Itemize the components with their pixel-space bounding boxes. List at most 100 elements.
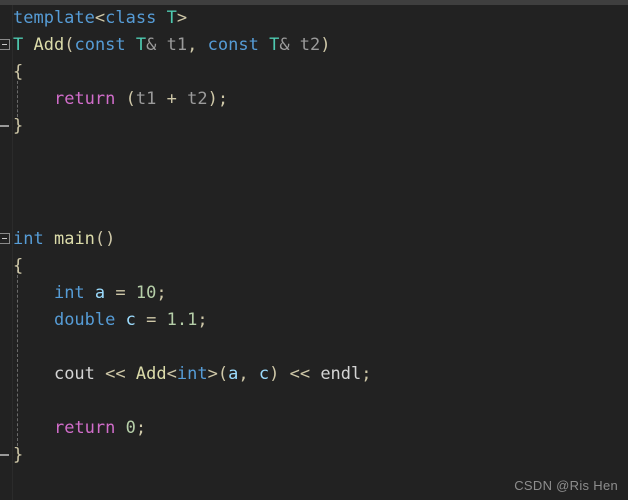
code-token: &: [279, 35, 290, 55]
code-token: T: [269, 35, 280, 55]
code-line-text: int a = 10;: [13, 280, 167, 307]
code-token: {: [13, 62, 24, 82]
code-token: Add: [135, 364, 167, 384]
code-line-text: {: [13, 59, 23, 86]
fold-end-tick-icon: [0, 454, 9, 456]
code-token: const: [74, 35, 126, 55]
code-line[interactable]: }: [0, 442, 628, 469]
code-line-text: return 0;: [13, 415, 146, 442]
code-line[interactable]: cout << Add<int>(a, c) << endl;: [0, 361, 628, 388]
code-line[interactable]: return (t1 + t2);: [0, 86, 628, 113]
code-token: Add: [33, 35, 65, 55]
code-line-text: return (t1 + t2);: [13, 86, 228, 113]
code-token: ;: [197, 310, 208, 330]
code-token: (: [94, 229, 106, 249]
code-content-area[interactable]: template<class T> T Add(const T& t1, cons…: [0, 5, 628, 500]
code-line[interactable]: [0, 388, 628, 415]
code-token: 10: [135, 283, 157, 303]
code-line[interactable]: int a = 10;: [0, 280, 628, 307]
code-token: T: [166, 8, 177, 28]
code-token: cout: [53, 364, 95, 384]
code-line-text: double c = 1.1;: [13, 307, 208, 334]
code-token: c: [125, 310, 136, 330]
code-token: class: [105, 8, 157, 28]
code-line-text: }: [13, 113, 23, 140]
code-token: t2: [289, 35, 321, 55]
code-token: main: [53, 229, 95, 249]
code-line[interactable]: double c = 1.1;: [0, 307, 628, 334]
code-token: ,: [238, 364, 249, 384]
code-line[interactable]: T Add(const T& t1, const T& t2): [0, 32, 628, 59]
code-token: double: [53, 310, 116, 330]
code-token: (: [217, 364, 229, 384]
code-token: ;: [361, 364, 372, 384]
code-token: =: [115, 283, 126, 303]
code-token: ;: [156, 283, 167, 303]
code-token: return: [53, 89, 116, 109]
code-line[interactable]: return 0;: [0, 415, 628, 442]
code-line-text: T Add(const T& t1, const T& t2): [13, 32, 331, 59]
csdn-watermark: CSDN @Ris Hen: [514, 478, 618, 493]
code-token: T: [13, 35, 24, 55]
code-token: <<: [289, 364, 311, 384]
code-line[interactable]: [0, 194, 628, 221]
code-token: >: [207, 364, 218, 384]
code-token: }: [13, 116, 24, 136]
code-token: a: [228, 364, 239, 384]
code-token: endl: [320, 364, 362, 384]
fold-collapse-icon[interactable]: [0, 233, 10, 244]
code-token: }: [13, 445, 24, 465]
code-line[interactable]: int main(): [0, 226, 628, 253]
code-line[interactable]: [0, 167, 628, 194]
code-token: t1: [135, 89, 157, 109]
code-line[interactable]: [0, 140, 628, 167]
code-token: t1: [156, 35, 188, 55]
code-token: (: [125, 89, 136, 109]
code-line[interactable]: template<class T>: [0, 5, 628, 32]
code-token: <: [166, 364, 177, 384]
code-token: <: [94, 8, 106, 28]
code-token: ,: [187, 35, 198, 55]
code-token: ): [207, 89, 218, 109]
code-line-text: template<class T>: [13, 5, 187, 32]
fold-collapse-icon[interactable]: [0, 39, 10, 50]
code-line[interactable]: [0, 334, 628, 361]
code-line[interactable]: }: [0, 113, 628, 140]
code-line-text: cout << Add<int>(a, c) << endl;: [13, 361, 372, 388]
code-line-text: {: [13, 253, 23, 280]
code-token: &: [146, 35, 157, 55]
code-line[interactable]: {: [0, 59, 628, 86]
code-token: const: [207, 35, 259, 55]
code-token: <<: [105, 364, 126, 384]
code-line[interactable]: {: [0, 253, 628, 280]
code-token: return: [53, 418, 116, 438]
code-token: ): [269, 364, 280, 384]
code-token: c: [258, 364, 270, 384]
code-editor-window: template<class T> T Add(const T& t1, cons…: [0, 0, 628, 500]
code-token: a: [94, 283, 106, 303]
code-token: {: [13, 256, 24, 276]
code-token: =: [146, 310, 157, 330]
code-token: int: [176, 364, 208, 384]
code-token: +: [166, 89, 177, 109]
